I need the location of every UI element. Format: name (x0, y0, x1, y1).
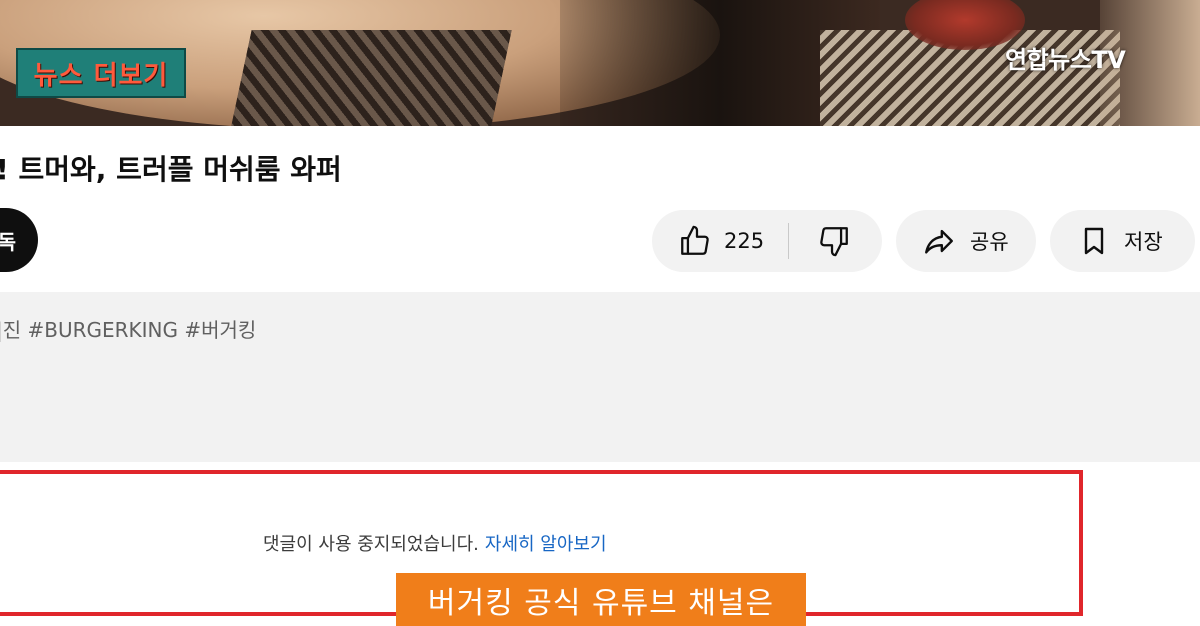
learn-more-link[interactable]: 자세히 알아보기 (485, 534, 607, 555)
video-frame-plaid-left (228, 30, 512, 126)
share-button[interactable]: 공유 (896, 210, 1036, 272)
broadcaster-logo: 연합뉴스TV (1005, 46, 1126, 74)
like-count: 225 (724, 229, 765, 253)
subtitle-caption: 버거킹 공식 유튜브 채널은 (396, 573, 806, 626)
screenshot-stage: 뉴스 더보기 연합뉴스TV ! 트머와, 트러플 머쉬룸 와퍼 독 225 공유… (0, 0, 1200, 626)
dislike-button[interactable] (789, 210, 851, 272)
share-arrow-icon (922, 224, 956, 258)
description-hashtags[interactable]: |진 #BURGERKING #버거킹 (0, 314, 256, 343)
video-title: ! 트머와, 트러플 머쉬룸 와퍼 (0, 153, 342, 186)
like-dislike-group: 225 (652, 210, 882, 272)
thumbs-down-icon (817, 224, 851, 258)
share-label: 공유 (970, 230, 1009, 254)
save-button[interactable]: 저장 (1050, 210, 1195, 272)
subscribe-button[interactable]: 독 (0, 208, 38, 272)
thumbs-up-icon (678, 224, 712, 258)
like-button[interactable]: 225 (652, 210, 790, 272)
comments-disabled-message: 댓글이 사용 중지되었습니다. 자세히 알아보기 (263, 530, 607, 556)
subtitle-text: 버거킹 공식 유튜브 채널은 (427, 585, 775, 621)
news-more-badge: 뉴스 더보기 (16, 48, 186, 98)
description-text: | (0, 412, 1, 436)
comments-disabled-text: 댓글이 사용 중지되었습니다. (263, 534, 479, 555)
save-label: 저장 (1124, 230, 1163, 254)
news-more-label: 뉴스 더보기 (33, 60, 169, 91)
subscribe-label: 독 (0, 229, 16, 254)
bookmark-icon (1078, 224, 1110, 258)
